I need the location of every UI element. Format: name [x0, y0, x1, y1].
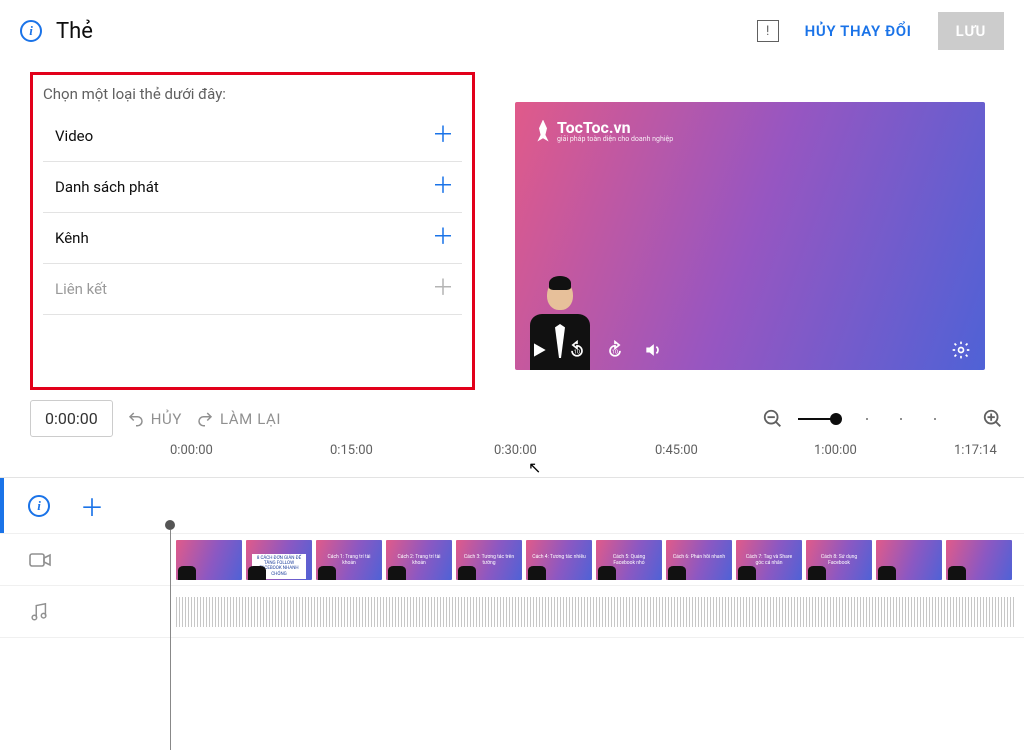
audio-track-icon[interactable]	[28, 601, 50, 623]
card-instruction: Chọn một loại thẻ dưới đây:	[43, 85, 462, 103]
redo-icon	[196, 410, 214, 428]
video-thumb[interactable]: Cách 2: Trang trí tài khoản	[386, 540, 452, 580]
brand-logo: TocToc.vn giải pháp toàn diện cho doanh …	[535, 118, 673, 143]
card-option-label: Video	[55, 127, 93, 145]
cards-track-row: i ＋	[0, 478, 1024, 534]
card-option-channel[interactable]: Kênh ＋	[43, 213, 462, 264]
zoom-out-icon[interactable]	[762, 408, 784, 430]
video-thumb[interactable]: Cách 6: Phản hồi nhanh	[666, 540, 732, 580]
video-thumbnails[interactable]: 8 CÁCH ĐƠN GIẢN ĐỂ TĂNG FOLLOW FACEBOOK …	[174, 536, 1014, 584]
forward-10-icon[interactable]: 10	[605, 340, 625, 360]
svg-text:10: 10	[574, 349, 581, 355]
play-icon[interactable]	[529, 340, 549, 360]
alert-icon[interactable]: !	[757, 20, 779, 42]
undo-label: HỦY	[151, 410, 182, 428]
ruler-tick: 1:17:14	[954, 443, 997, 458]
video-thumb[interactable]: 8 CÁCH ĐƠN GIẢN ĐỂ TĂNG FOLLOW FACEBOOK …	[246, 540, 312, 580]
audio-waveform[interactable]	[176, 597, 1014, 627]
card-option-playlist[interactable]: Danh sách phát ＋	[43, 162, 462, 213]
brand-tagline: giải pháp toàn diện cho doanh nghiệp	[557, 135, 673, 143]
playhead-handle[interactable]	[165, 520, 175, 530]
undo-button[interactable]: HỦY	[127, 410, 182, 428]
rewind-10-icon[interactable]: 10	[567, 340, 587, 360]
plus-icon: ＋	[432, 278, 454, 300]
video-thumb[interactable]	[946, 540, 1012, 580]
zoom-in-icon[interactable]	[982, 408, 1004, 430]
ruler-tick: 0:00:00	[170, 443, 213, 458]
video-thumb[interactable]: Cách 4: Tương tác nhiều	[526, 540, 592, 580]
svg-text:10: 10	[612, 349, 619, 355]
video-thumb[interactable]: Cách 5: Quảng Facebook nhỏ	[596, 540, 662, 580]
card-option-label: Liên kết	[55, 280, 107, 298]
info-icon[interactable]: i	[28, 495, 50, 517]
card-option-video[interactable]: Video ＋	[43, 111, 462, 162]
timeline-ruler[interactable]: 0:00:00 0:15:00 0:30:00 0:45:00 1:00:00 …	[170, 443, 1024, 477]
plus-icon[interactable]: ＋	[432, 176, 454, 198]
video-thumb[interactable]: Cách 1: Trang trí tài khoản	[316, 540, 382, 580]
add-card-button[interactable]: ＋	[80, 488, 104, 523]
zoom-slider[interactable]	[798, 418, 968, 420]
page-title: Thẻ	[56, 19, 93, 44]
video-thumb[interactable]	[176, 540, 242, 580]
audio-track-row	[0, 586, 1024, 638]
ruler-tick: 1:00:00	[814, 443, 857, 458]
video-preview[interactable]: TocToc.vn giải pháp toàn diện cho doanh …	[515, 102, 985, 370]
video-thumb[interactable]: Cách 8: Sử dụng Facebook	[806, 540, 872, 580]
discard-changes-button[interactable]: HỦY THAY ĐỔI	[793, 12, 924, 50]
video-track-icon[interactable]	[28, 548, 52, 572]
card-option-label: Kênh	[55, 229, 89, 247]
card-type-panel: Chọn một loại thẻ dưới đây: Video ＋ Danh…	[30, 72, 475, 390]
redo-label: LÀM LẠI	[220, 410, 281, 428]
video-track-row: 8 CÁCH ĐƠN GIẢN ĐỂ TĂNG FOLLOW FACEBOOK …	[0, 534, 1024, 586]
ruler-tick: 0:30:00	[494, 443, 537, 458]
plus-icon[interactable]: ＋	[432, 125, 454, 147]
card-option-label: Danh sách phát	[55, 178, 159, 196]
ruler-tick: 0:45:00	[655, 443, 698, 458]
video-thumb[interactable]: Cách 7: Tag và Share góc cá nhân	[736, 540, 802, 580]
video-thumb[interactable]: Cách 3: Tương tác trên tường	[456, 540, 522, 580]
current-time-input[interactable]: 0:00:00	[30, 400, 113, 437]
save-button: LƯU	[938, 12, 1004, 50]
ruler-tick: 0:15:00	[330, 443, 373, 458]
zoom-slider-handle[interactable]	[830, 413, 842, 425]
info-icon[interactable]: i	[20, 20, 42, 42]
volume-icon[interactable]	[643, 340, 663, 360]
plus-icon[interactable]: ＋	[432, 227, 454, 249]
header: i Thẻ ! HỦY THAY ĐỔI LƯU	[0, 0, 1024, 62]
rocket-icon	[535, 120, 551, 142]
video-thumb[interactable]	[876, 540, 942, 580]
undo-icon	[127, 410, 145, 428]
card-option-link: Liên kết ＋	[43, 264, 462, 315]
settings-icon[interactable]	[951, 340, 971, 360]
redo-button[interactable]: LÀM LẠI	[196, 410, 281, 428]
playhead-line	[170, 530, 171, 750]
